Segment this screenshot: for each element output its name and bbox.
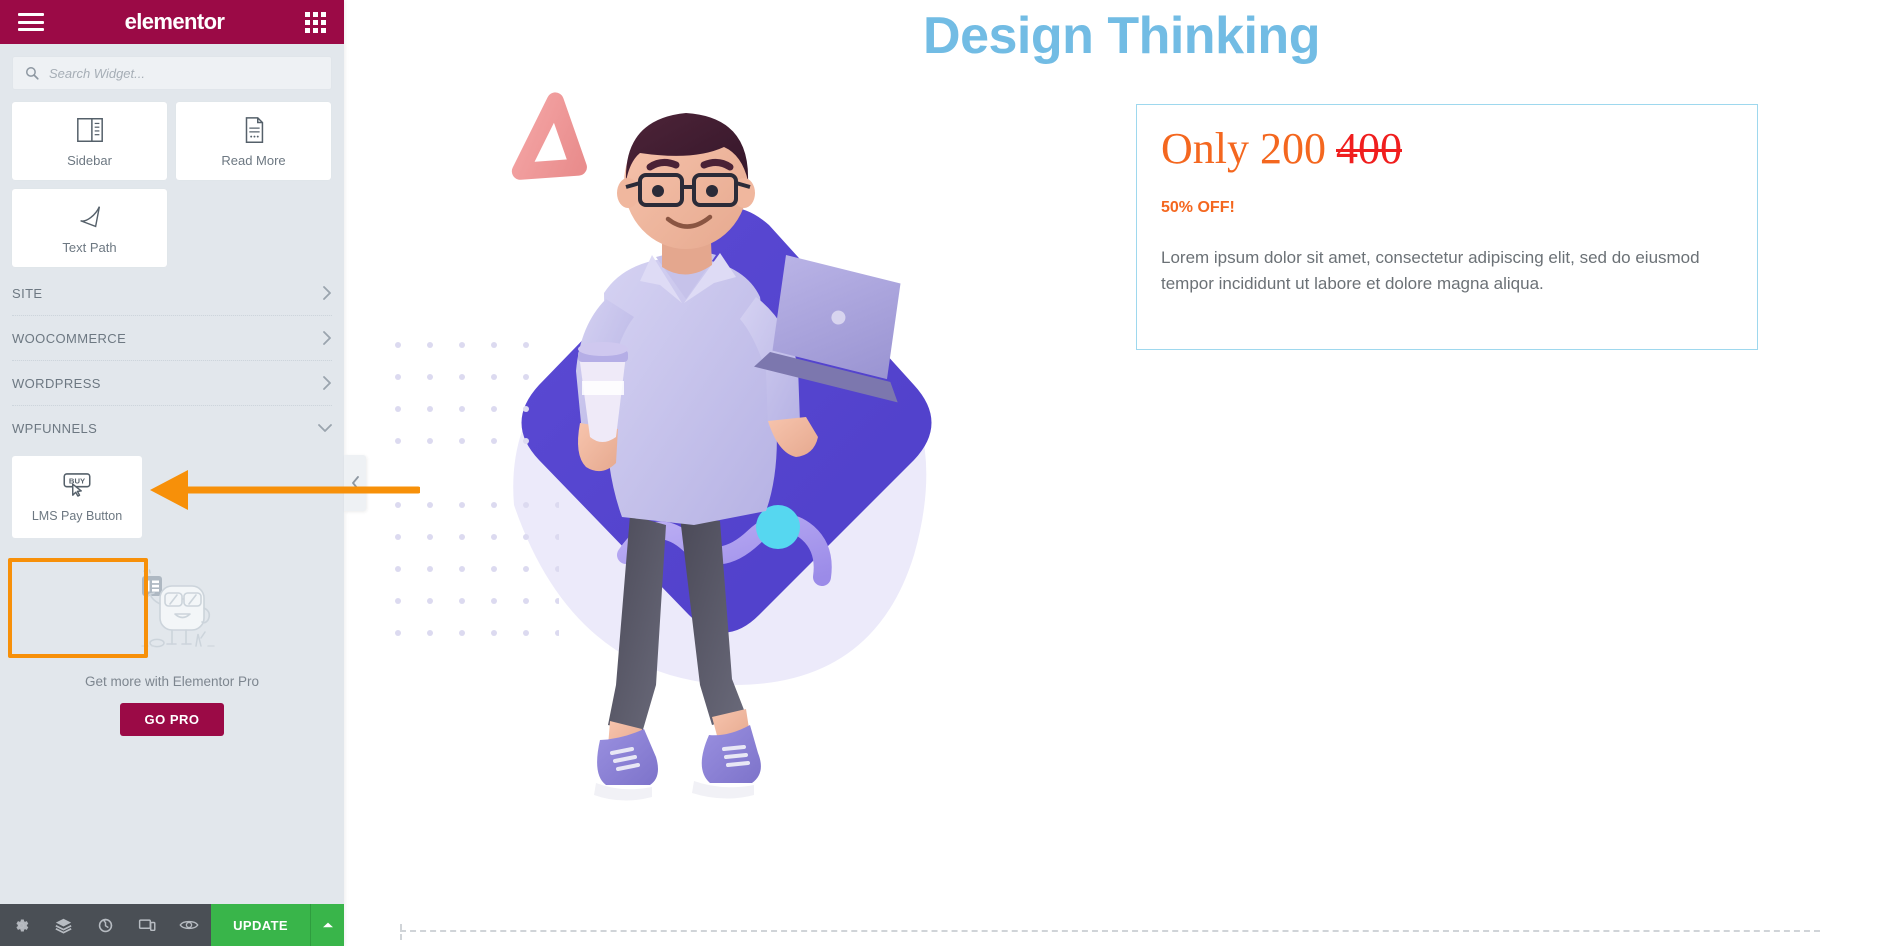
widget-list: Sidebar Read More Text Path xyxy=(0,96,344,271)
update-group: UPDATE xyxy=(211,904,344,946)
editor-root: elementor Search Widget... Sidebar Read … xyxy=(0,0,1899,946)
text-path-icon xyxy=(79,205,100,227)
preview-button[interactable] xyxy=(168,904,210,946)
category-label: WOOCOMMERCE xyxy=(12,330,127,346)
eye-preview-icon xyxy=(179,920,199,930)
page-canvas: Design Thinking Only 200 400 50% OFF! Lo… xyxy=(344,0,1899,946)
chevron-right-icon xyxy=(323,376,331,390)
chevron-right-icon xyxy=(323,331,331,345)
search-input[interactable] xyxy=(49,65,319,81)
elementor-logo-title: elementor xyxy=(124,9,225,34)
panel-header: elementor xyxy=(0,0,344,44)
widget-label: LMS Pay Button xyxy=(31,509,123,523)
elementor-pro-promo: Get more with Elementor Pro GO PRO xyxy=(0,568,344,736)
navigator-button[interactable] xyxy=(42,904,84,946)
price-text-widget[interactable]: Only 200 400 50% OFF! Lorem ipsum dolor s… xyxy=(1136,104,1758,350)
history-clock-icon xyxy=(98,918,112,932)
widget-card-read-more[interactable]: Read More xyxy=(176,102,331,180)
widget-label: Read More xyxy=(221,152,286,168)
widget-label: Sidebar xyxy=(67,152,112,168)
widget-card-text-path[interactable]: Text Path xyxy=(12,189,167,267)
chevron-down-icon xyxy=(318,424,332,432)
elementor-mascot-icon xyxy=(141,569,215,648)
widget-card-sidebar[interactable]: Sidebar xyxy=(12,102,167,180)
history-button[interactable] xyxy=(84,904,126,946)
buy-button-cursor-icon: BUY xyxy=(63,473,91,497)
category-wpfunnels[interactable]: WPFUNNELS xyxy=(12,406,332,450)
category-woocommerce[interactable]: WOOCOMMERCE xyxy=(12,316,332,360)
document-read-more-icon xyxy=(245,116,263,143)
search-widget-container xyxy=(0,44,344,96)
price-current: Only 200 xyxy=(1161,124,1326,173)
search-box[interactable] xyxy=(12,56,332,90)
layers-icon xyxy=(54,918,72,933)
page-title: Design Thinking xyxy=(923,7,1320,65)
device-responsive-icon xyxy=(138,919,156,932)
category-list: SITE WOOCOMMERCE WORDPRESS WPFUNNELS xyxy=(0,271,344,450)
category-wordpress[interactable]: WORDPRESS xyxy=(12,361,332,405)
hamburger-icon[interactable] xyxy=(18,13,44,31)
promo-text: Get more with Elementor Pro xyxy=(84,674,260,689)
category-site[interactable]: SITE xyxy=(12,271,332,315)
settings-button[interactable] xyxy=(0,904,42,946)
price-line: Only 200 400 xyxy=(1161,127,1733,171)
chevron-up-icon xyxy=(322,922,333,928)
widget-label: Text Path xyxy=(62,239,117,255)
orange-arrow-pointing-left xyxy=(150,470,420,510)
svg-text:BUY: BUY xyxy=(69,476,85,485)
search-icon xyxy=(26,67,39,80)
section-boundary-left xyxy=(400,924,402,940)
panel-footer-toolbar: UPDATE xyxy=(0,904,344,946)
section-boundary xyxy=(400,930,1820,932)
category-label: SITE xyxy=(12,285,43,301)
discount-label: 50% OFF! xyxy=(1161,199,1235,216)
go-pro-button[interactable]: GO PRO xyxy=(120,703,224,736)
category-label: WPFUNNELS xyxy=(12,420,98,436)
chevron-right-icon xyxy=(323,286,331,300)
category-label: WORDPRESS xyxy=(12,375,101,391)
price-body-text: Lorem ipsum dolor sit amet, consectetur … xyxy=(1161,248,1700,294)
gear-icon xyxy=(16,918,28,932)
widget-card-lms-pay-button[interactable]: BUY LMS Pay Button xyxy=(12,456,142,538)
sidebar-layout-icon xyxy=(76,117,103,142)
update-options-button[interactable] xyxy=(310,904,344,946)
grid-apps-icon[interactable] xyxy=(305,11,326,33)
price-original: 400 xyxy=(1336,124,1402,173)
update-button[interactable]: UPDATE xyxy=(211,904,310,946)
responsive-mode-button[interactable] xyxy=(126,904,168,946)
hero-illustration xyxy=(394,92,932,801)
